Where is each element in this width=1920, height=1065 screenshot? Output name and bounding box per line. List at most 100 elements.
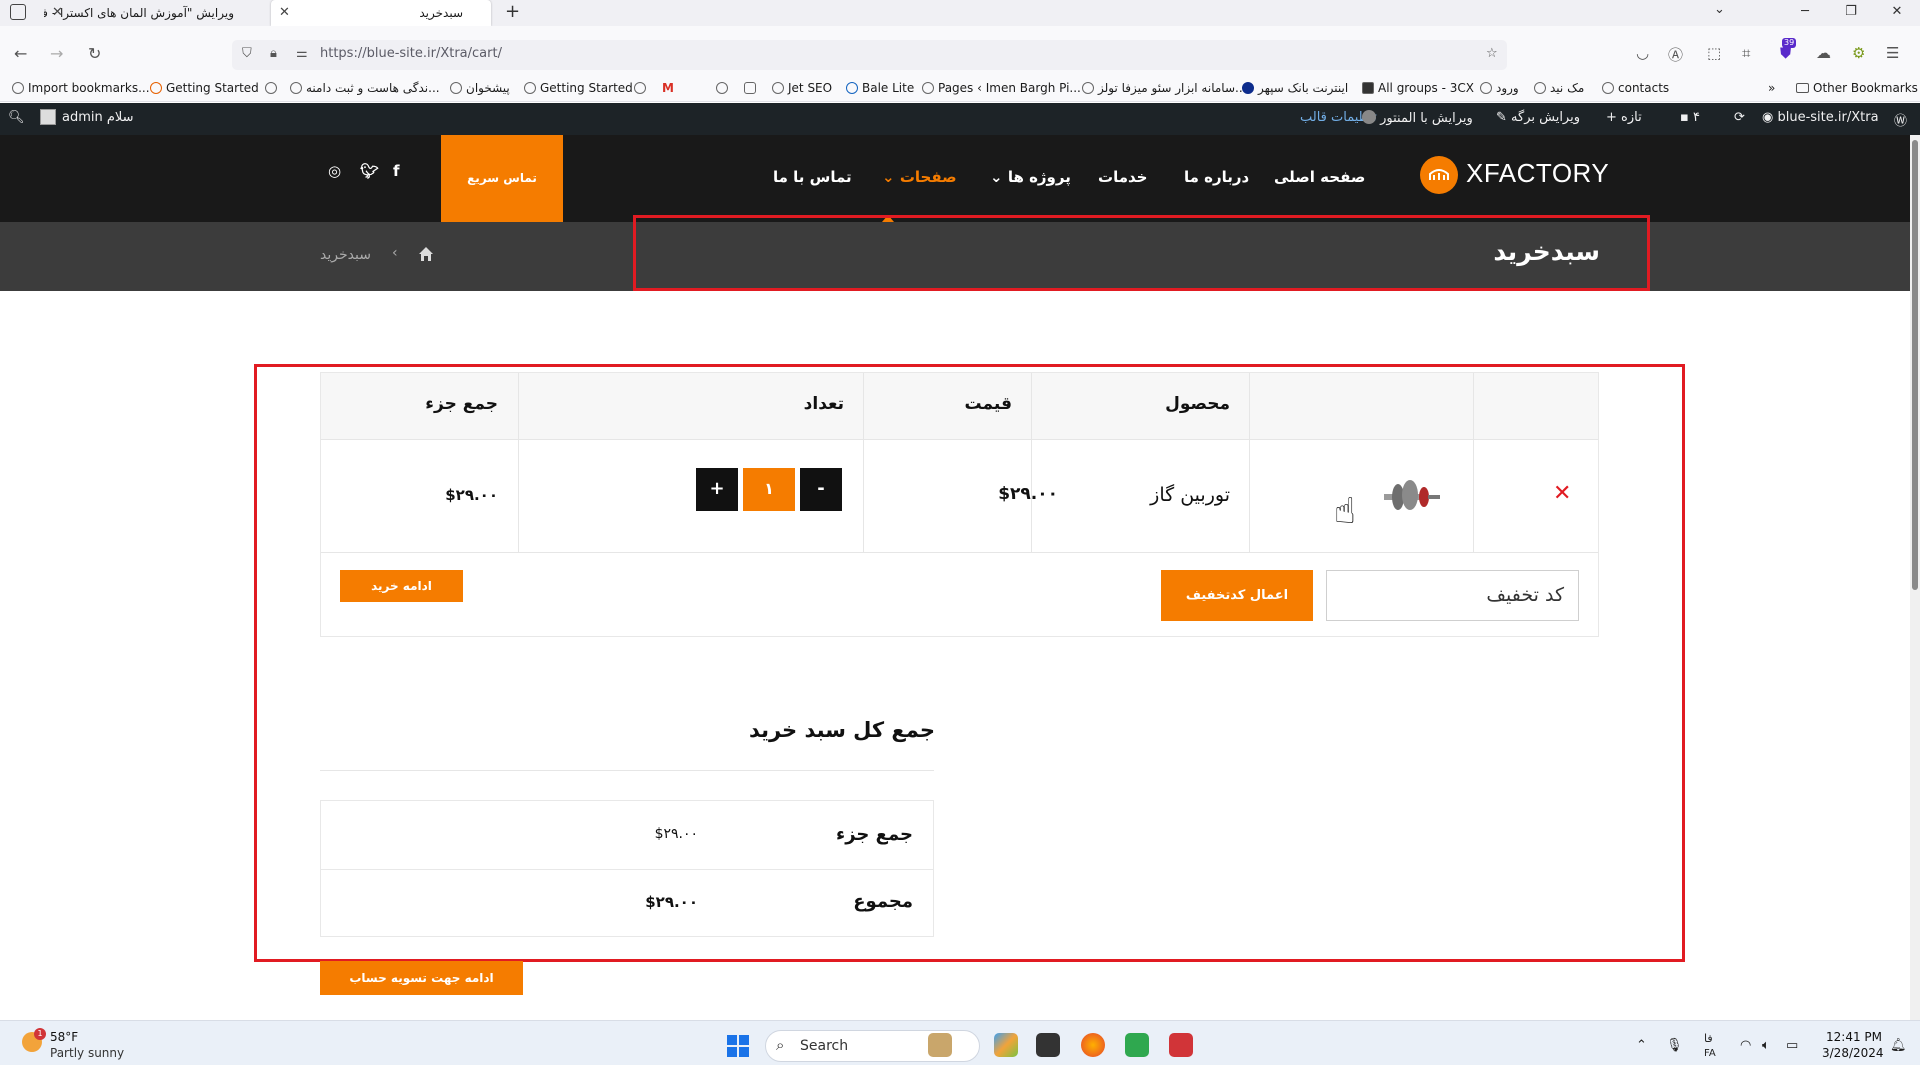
gear-extension-icon[interactable]: ⚙ — [1852, 44, 1865, 62]
browser-tab-cart[interactable]: سبدخرید ✕ — [271, 0, 491, 26]
close-tab-icon[interactable]: ✕ — [279, 0, 290, 26]
copilot-icon[interactable] — [994, 1033, 1018, 1057]
app-icon[interactable] — [1169, 1033, 1193, 1057]
new-content-link[interactable]: تازه + — [1606, 110, 1642, 125]
proceed-to-checkout-button[interactable]: ادامه جهت تسویه حساب — [320, 961, 523, 995]
crop-icon[interactable]: ⌗ — [1742, 44, 1750, 62]
continue-shopping-button[interactable]: ادامه خرید — [340, 570, 463, 602]
apply-coupon-button[interactable]: اعمال کدتخفیف — [1161, 570, 1313, 621]
back-arrow-icon[interactable]: ← — [14, 44, 27, 63]
bookmark-item[interactable]: Getting Started — [150, 80, 259, 96]
site-name-link[interactable]: blue-site.ir/Xtra ◉ — [1762, 110, 1879, 125]
edit-page-link[interactable]: ویرایش برگه ✎ — [1496, 110, 1580, 125]
bookmark-item[interactable]: contacts — [1602, 80, 1669, 96]
new-tab-button[interactable]: + — [505, 0, 520, 24]
browser-tab-edit[interactable]: ویرایش "آموزش المان های اکسترا - ف ✕ — [44, 0, 262, 26]
avatar[interactable] — [40, 109, 56, 125]
chevron-double-right-icon[interactable]: » — [1768, 80, 1775, 96]
bookmark-item[interactable]: ورود — [1480, 80, 1519, 96]
bookmark-item[interactable]: سامانه ابزار سئو میزفا تولز... — [1082, 80, 1246, 96]
facebook-icon[interactable]: f — [393, 162, 400, 180]
menu-about[interactable]: درباره ما — [1184, 168, 1249, 186]
volume-icon[interactable]: 🔈︎ — [1762, 1038, 1770, 1053]
bookmark-item[interactable] — [265, 80, 281, 96]
bookmark-item[interactable]: Getting Started — [524, 80, 633, 96]
edit-elementor-link[interactable]: ویرایش با المنتور — [1362, 110, 1473, 126]
quick-contact-button[interactable]: تماس سریع — [441, 135, 563, 222]
updates-icon[interactable]: ⟳ — [1734, 110, 1745, 125]
forward-arrow-icon[interactable]: → — [50, 44, 63, 63]
weather-condition[interactable]: Partly sunny — [50, 1046, 124, 1060]
product-name-link[interactable]: توربین گاز — [1100, 484, 1230, 506]
firefox-icon[interactable] — [1081, 1033, 1105, 1057]
wifi-icon[interactable]: ◠ — [1740, 1038, 1751, 1053]
weather-temperature[interactable]: 58°F — [50, 1030, 78, 1044]
star-bookmark-icon[interactable]: ☆ — [1486, 46, 1498, 61]
chevron-down-icon[interactable]: ⌄ — [1714, 2, 1725, 17]
battery-icon[interactable]: ▭ — [1786, 1038, 1798, 1053]
item-subtotal: $۲۹.۰۰ — [445, 486, 498, 504]
notification-badge: 1 — [34, 1028, 46, 1040]
minimize-icon[interactable]: ─ — [1782, 0, 1828, 26]
extensions-icon[interactable]: ⬚ — [1707, 44, 1721, 62]
clock-date[interactable]: 3/28/2024 — [1822, 1046, 1884, 1060]
pocket-icon[interactable]: ◡ — [1636, 44, 1649, 62]
chevron-up-icon[interactable]: ⌃ — [1636, 1038, 1647, 1053]
close-window-icon[interactable]: ✕ — [1874, 0, 1920, 26]
gmail-icon[interactable]: M — [662, 80, 674, 96]
bookmark-item[interactable]: Import bookmarks... — [12, 80, 150, 96]
home-icon[interactable] — [418, 246, 434, 262]
language-indicator[interactable]: فا — [1704, 1032, 1713, 1045]
admin-greeting[interactable]: سلام admin — [62, 110, 134, 125]
notifications-icon[interactable]: 🔔︎ — [1890, 1038, 1907, 1053]
coupon-code-input[interactable]: کد تخفیف — [1326, 570, 1579, 621]
menu-projects[interactable]: پروژه ها ⌄ — [990, 168, 1071, 186]
bookmark-item[interactable]: اینترنت بانک سپهر — [1242, 80, 1348, 96]
menu-contact[interactable]: تماس با ما — [773, 168, 852, 186]
url-text[interactable]: https://blue-site.ir/Xtra/cart/ — [320, 46, 502, 61]
quantity-input[interactable]: ۱ — [743, 468, 795, 511]
bookmark-item[interactable]: مک نید — [1534, 80, 1584, 96]
wordpress-icon[interactable]: Ⓦ — [1894, 110, 1907, 129]
menu-home[interactable]: صفحه اصلی — [1274, 168, 1365, 186]
tab-list-icon[interactable] — [10, 4, 26, 20]
clock-time[interactable]: 12:41 PM — [1826, 1030, 1882, 1044]
scrollbar-thumb[interactable] — [1912, 140, 1918, 590]
permissions-icon[interactable]: ⚌ — [296, 46, 308, 61]
bookmark-item[interactable]: Pages ‹ Imen Bargh Pi... — [922, 80, 1081, 96]
cloud-icon[interactable]: ☁ — [1816, 44, 1831, 62]
bookmark-item[interactable]: All groups - 3CX — [1362, 80, 1474, 96]
qty-plus-button[interactable]: + — [696, 468, 738, 511]
menu-services[interactable]: خدمات — [1098, 168, 1147, 186]
site-icon[interactable] — [744, 80, 760, 96]
shield-icon[interactable]: ⛉ — [242, 46, 252, 61]
restore-icon[interactable]: ❐ — [1828, 0, 1874, 26]
close-tab-icon[interactable]: ✕ — [52, 0, 63, 26]
reload-icon[interactable]: ↻ — [88, 44, 101, 63]
bookmark-item[interactable]: Bale Lite — [846, 80, 914, 96]
menu-icon[interactable]: ☰ — [1886, 44, 1899, 62]
bookmark-item[interactable]: Jet SEO — [772, 80, 832, 96]
microphone-icon[interactable]: 🎙︎ — [1666, 1038, 1683, 1053]
terminal-icon[interactable] — [1036, 1033, 1060, 1057]
bookmark-item[interactable]: پیشخوان — [450, 80, 510, 96]
qty-minus-button[interactable]: - — [800, 468, 842, 511]
windows-start-icon[interactable] — [727, 1035, 749, 1057]
globe-icon[interactable] — [716, 80, 732, 96]
product-thumbnail[interactable] — [1376, 478, 1446, 518]
twitter-icon[interactable]: 🐦︎ — [360, 162, 379, 180]
other-bookmarks[interactable]: Other Bookmarks — [1796, 80, 1918, 96]
comments-link[interactable]: ۴ ▪ — [1680, 110, 1700, 125]
language-code[interactable]: FA — [1704, 1048, 1716, 1059]
site-logo[interactable]: XFACTORY — [1466, 158, 1609, 189]
logo-icon[interactable] — [1420, 156, 1458, 194]
account-icon[interactable]: Ⓐ — [1668, 44, 1683, 65]
app-icon[interactable] — [1125, 1033, 1149, 1057]
lock-icon[interactable]: 🔒︎ — [270, 46, 277, 61]
menu-pages[interactable]: صفحات ⌄ — [882, 168, 957, 186]
bookmark-item[interactable]: ندگی هاست و ثبت دامنه... — [290, 80, 440, 96]
search-icon[interactable]: 🔍︎ — [8, 110, 25, 125]
globe-icon[interactable] — [634, 80, 650, 96]
remove-item-icon[interactable]: ✕ — [1553, 481, 1571, 506]
instagram-icon[interactable]: ◎ — [328, 162, 341, 180]
